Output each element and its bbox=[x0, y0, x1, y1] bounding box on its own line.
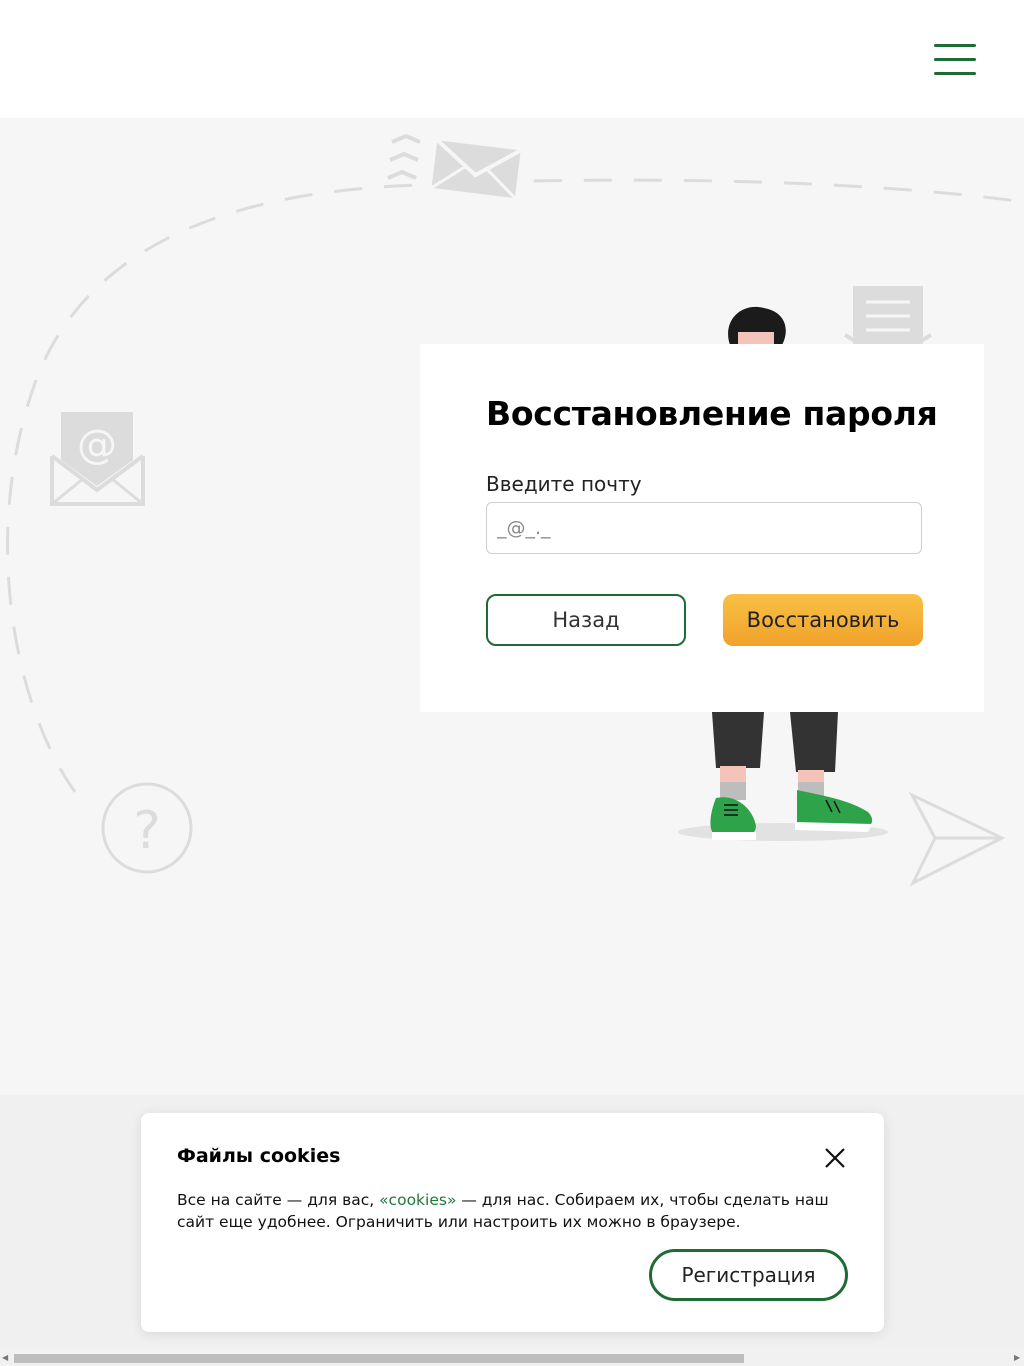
site-header bbox=[0, 0, 1024, 118]
question-icon: ? bbox=[101, 782, 193, 874]
svg-text:?: ? bbox=[133, 801, 161, 861]
envelope-icon bbox=[387, 133, 522, 200]
password-recovery-card: Восстановление пароля Введите почту Наза… bbox=[420, 344, 984, 712]
scroll-left-arrow-icon[interactable]: ◀ bbox=[2, 1354, 8, 1362]
cookie-text-before: Все на сайте — для вас, bbox=[177, 1191, 380, 1209]
email-field-label: Введите почту bbox=[486, 472, 642, 496]
scroll-right-arrow-icon[interactable]: ▶ bbox=[1014, 1354, 1020, 1362]
cookie-banner-title: Файлы cookies bbox=[177, 1145, 341, 1167]
horizontal-scrollbar[interactable]: ◀ ▶ bbox=[0, 1350, 1024, 1366]
restore-button[interactable]: Восстановить bbox=[723, 594, 923, 646]
paper-plane-icon bbox=[908, 791, 1006, 887]
scrollbar-thumb[interactable] bbox=[14, 1354, 744, 1363]
page-title: Восстановление пароля bbox=[486, 394, 938, 433]
main-area: @ ? Восстановление пароля Введите почту … bbox=[0, 118, 1024, 1095]
cookie-banner: Файлы cookies Все на сайте — для вас, «c… bbox=[141, 1113, 884, 1332]
close-icon[interactable] bbox=[821, 1144, 849, 1172]
hamburger-menu-icon[interactable] bbox=[934, 42, 976, 78]
email-field[interactable] bbox=[486, 502, 922, 554]
at-envelope-icon: @ bbox=[50, 412, 145, 506]
cookie-banner-text: Все на сайте — для вас, «cookies» — для … bbox=[177, 1189, 857, 1233]
back-button[interactable]: Назад bbox=[486, 594, 686, 646]
svg-text:@: @ bbox=[77, 422, 117, 468]
register-button[interactable]: Регистрация bbox=[649, 1249, 848, 1301]
cookies-link[interactable]: «cookies» bbox=[379, 1191, 456, 1209]
